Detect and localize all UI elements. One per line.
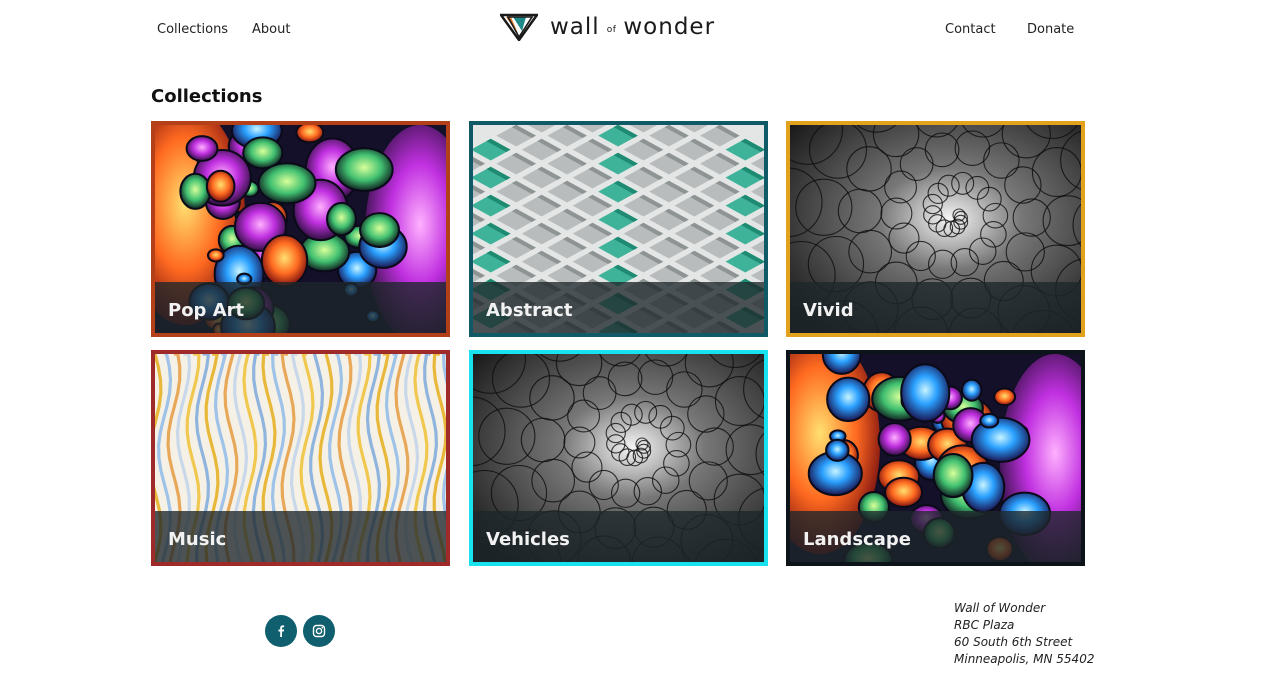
collection-label: Music (168, 529, 227, 550)
collection-card-pop-art[interactable]: Pop Art (151, 121, 450, 337)
nav-about[interactable]: About (252, 22, 290, 37)
site-logo[interactable]: wall of wonder (500, 12, 715, 42)
address-line: Minneapolis, MN 55402 (954, 652, 1095, 666)
logo-word-wall: wall (550, 14, 600, 40)
collection-card-vivid[interactable]: Vivid (786, 121, 1085, 337)
instagram-icon (312, 624, 326, 638)
collection-card-music[interactable]: Music (151, 350, 450, 566)
logo-wordmark: wall of wonder (550, 14, 715, 40)
collection-card-landscape[interactable]: Landscape (786, 350, 1085, 566)
nav-donate[interactable]: Donate (1027, 22, 1074, 37)
instagram-button[interactable] (303, 615, 335, 647)
facebook-button[interactable] (265, 615, 297, 647)
address-line: Wall of Wonder (954, 601, 1046, 615)
facebook-icon (278, 625, 285, 637)
nav-collections[interactable]: Collections (157, 22, 228, 37)
collection-card-abstract[interactable]: Abstract (469, 121, 768, 337)
collection-label: Pop Art (168, 300, 245, 321)
collection-label: Abstract (486, 300, 573, 321)
logo-mark-icon (500, 13, 538, 41)
footer-address: Wall of Wonder RBC Plaza 60 South 6th St… (954, 600, 1094, 668)
collection-label: Vivid (803, 300, 854, 321)
nav-contact[interactable]: Contact (945, 22, 996, 37)
logo-word-wonder: wonder (623, 14, 716, 40)
address-line: RBC Plaza (954, 618, 1015, 632)
page-title: Collections (151, 86, 263, 107)
address-line: 60 South 6th Street (954, 635, 1073, 649)
collection-label: Vehicles (486, 529, 570, 550)
logo-word-of: of (606, 25, 617, 35)
collection-label: Landscape (803, 529, 911, 550)
collection-card-vehicles[interactable]: Vehicles (469, 350, 768, 566)
